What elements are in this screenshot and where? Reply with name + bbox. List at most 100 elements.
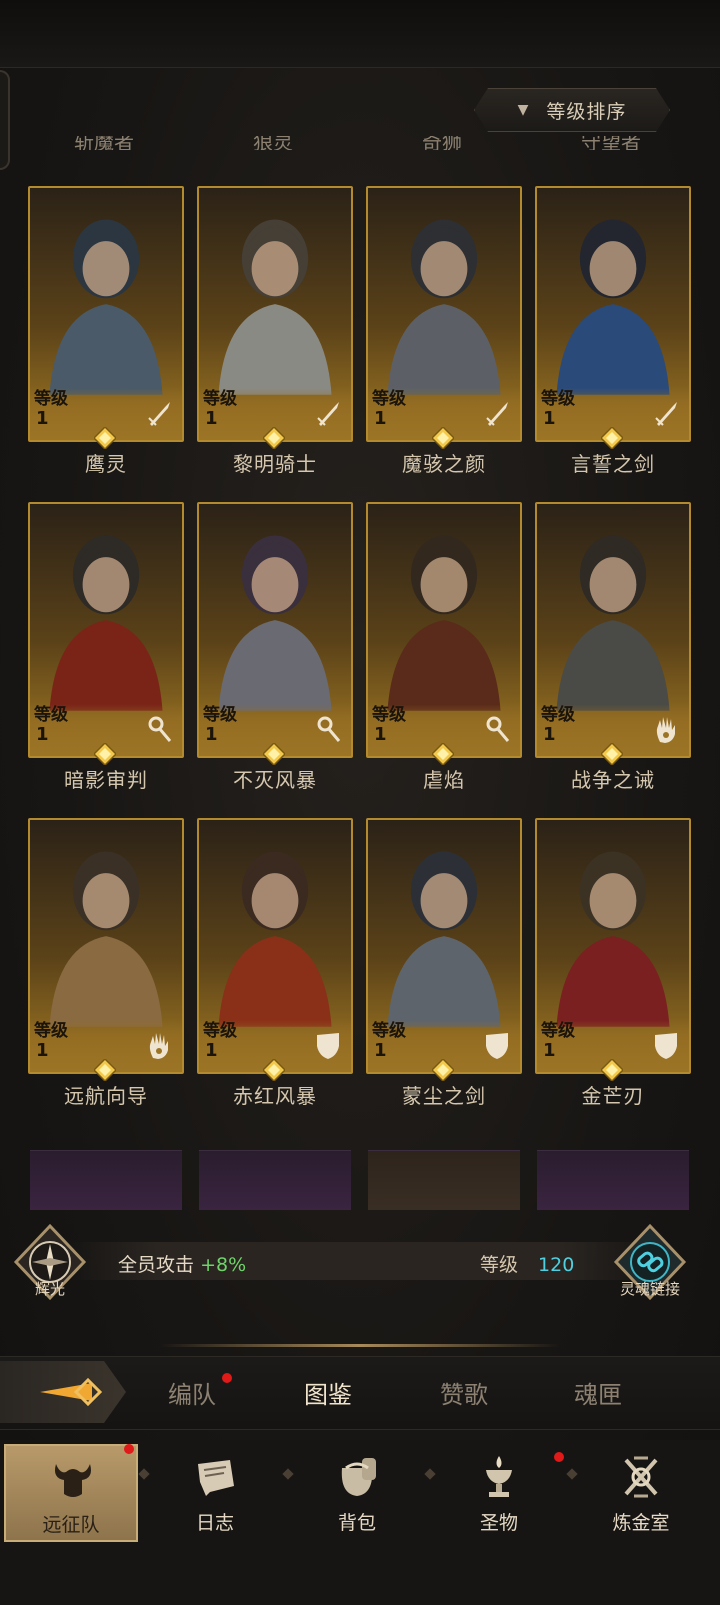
horned-helmet-icon bbox=[55, 1464, 91, 1497]
nav-alchemy-label: 炼金室 bbox=[612, 1512, 670, 1534]
rank-gem-icon bbox=[263, 427, 285, 449]
rank-gem-icon bbox=[94, 743, 116, 765]
tab-codex[interactable]: 图鉴 bbox=[278, 1375, 378, 1410]
hero-card[interactable]: 等级 1 金芒刃 bbox=[535, 818, 691, 1108]
hero-card[interactable]: 等级 1 虐焰 bbox=[366, 502, 522, 792]
tab-soul-box[interactable]: 魂匣 bbox=[548, 1375, 648, 1410]
tab-hymn-label: 赞歌 bbox=[440, 1381, 488, 1409]
chalice-icon bbox=[486, 1456, 512, 1497]
alchemy-icon bbox=[624, 1456, 658, 1498]
nav-backpack[interactable]: 背包 bbox=[290, 1444, 424, 1542]
cut-off-name: 奇狮 bbox=[422, 136, 462, 150]
tab-soul-box-label: 魂匣 bbox=[574, 1381, 622, 1409]
sort-label: 等级排序 bbox=[546, 100, 627, 123]
hero-level: 1 bbox=[36, 1040, 49, 1061]
back-button[interactable] bbox=[0, 1361, 126, 1423]
hero-card[interactable]: 等级 1 不灭风暴 bbox=[197, 502, 353, 792]
level-label: 等级 bbox=[203, 705, 237, 725]
hero-card[interactable]: 等级 1 蒙尘之剑 bbox=[366, 818, 522, 1108]
hero-level: 1 bbox=[374, 1040, 387, 1061]
rank-gem-icon bbox=[263, 743, 285, 765]
sort-by-level-button[interactable]: ▼ 等级排序 bbox=[474, 88, 670, 132]
rank-gem-icon bbox=[94, 427, 116, 449]
hero-card-frame: 等级 1 bbox=[366, 502, 522, 758]
side-pull-tab[interactable] bbox=[0, 70, 10, 170]
hero-name: 远航向导 bbox=[64, 1084, 148, 1108]
hero-name: 金芒刃 bbox=[581, 1084, 645, 1108]
hero-card-frame: 等级 1 bbox=[366, 818, 522, 1074]
hero-card-partial[interactable] bbox=[30, 1150, 182, 1210]
hero-card[interactable]: 等级 1 远航向导 bbox=[28, 818, 184, 1108]
cut-off-name: 斩魔者 bbox=[74, 136, 134, 150]
rank-gem-icon bbox=[601, 743, 623, 765]
hero-card-frame: 等级 1 bbox=[197, 502, 353, 758]
tab-hymn[interactable]: 赞歌 bbox=[414, 1375, 514, 1410]
tab-formation-label: 编队 bbox=[168, 1381, 216, 1409]
hero-name: 战争之诫 bbox=[571, 768, 655, 792]
hero-card-frame: 等级 1 bbox=[535, 186, 691, 442]
total-level-label: 等级 bbox=[480, 1254, 519, 1276]
hero-card-frame: 等级 1 bbox=[535, 502, 691, 758]
hero-card-partial[interactable] bbox=[537, 1150, 689, 1210]
hero-card[interactable]: 等级 1 魔骇之颜 bbox=[366, 186, 522, 476]
hero-card-partial[interactable] bbox=[368, 1150, 520, 1210]
hero-card[interactable]: 等级 1 战争之诫 bbox=[535, 502, 691, 792]
nav-alchemy[interactable]: 炼金室 bbox=[574, 1444, 708, 1542]
level-label: 等级 bbox=[203, 1021, 237, 1041]
hero-level: 1 bbox=[543, 724, 556, 745]
nav-journal[interactable]: 日志 bbox=[148, 1444, 282, 1542]
hero-name: 不灭风暴 bbox=[233, 768, 317, 792]
formation-badge bbox=[222, 1373, 232, 1383]
nav-expedition[interactable]: 远征队 bbox=[4, 1444, 138, 1542]
nav-backpack-label: 背包 bbox=[337, 1512, 376, 1534]
level-label: 等级 bbox=[203, 389, 237, 409]
radiance-emblem[interactable]: 辉光 bbox=[10, 1222, 90, 1302]
hero-card[interactable]: 等级 1 暗影审判 bbox=[28, 502, 184, 792]
level-label: 等级 bbox=[541, 1021, 575, 1041]
total-level: 等级 120 bbox=[480, 1250, 574, 1277]
hero-card[interactable]: 等级 1 言誓之剑 bbox=[535, 186, 691, 476]
nav-relics-label: 圣物 bbox=[479, 1512, 518, 1534]
staff-icon bbox=[317, 716, 341, 742]
hero-name: 赤红风暴 bbox=[233, 1084, 317, 1108]
hero-name: 虐焰 bbox=[423, 768, 465, 792]
codex-screen: ▼ 等级排序 斩魔者 狼灵 奇狮 守望者 等级 1 鹰灵 等级 1 黎明骑士 等级 1 魔骇之颜… bbox=[0, 0, 720, 1605]
total-level-value: 120 bbox=[538, 1254, 575, 1276]
staff-icon bbox=[486, 716, 510, 742]
bonus-description: 全员攻击 +8% bbox=[118, 1250, 246, 1277]
hero-card[interactable]: 等级 1 赤红风暴 bbox=[197, 818, 353, 1108]
top-banner bbox=[0, 0, 720, 68]
hero-card[interactable]: 等级 1 鹰灵 bbox=[28, 186, 184, 476]
expedition-badge bbox=[124, 1444, 134, 1454]
scroll-icon bbox=[198, 1460, 234, 1496]
bottom-nav: 远征队 日志 背包 圣物 炼金室 bbox=[0, 1440, 720, 1605]
bonus-text: 全员攻击 bbox=[118, 1254, 195, 1276]
level-label: 等级 bbox=[34, 705, 68, 725]
soul-link-emblem[interactable]: 灵魂链接 bbox=[610, 1222, 690, 1302]
hero-level: 1 bbox=[205, 724, 218, 745]
nav-relics[interactable]: 圣物 bbox=[432, 1444, 566, 1542]
cut-off-name-row: 斩魔者 狼灵 奇狮 守望者 bbox=[28, 136, 696, 150]
level-label: 等级 bbox=[541, 389, 575, 409]
hero-card[interactable]: 等级 1 黎明骑士 bbox=[197, 186, 353, 476]
hero-name: 暗影审判 bbox=[64, 768, 148, 792]
hero-card-frame: 等级 1 bbox=[28, 818, 184, 1074]
hero-card-partial[interactable] bbox=[199, 1150, 351, 1210]
hero-name: 黎明骑士 bbox=[233, 452, 317, 476]
sword-icon bbox=[655, 402, 677, 426]
hero-card-frame: 等级 1 bbox=[535, 818, 691, 1074]
divider bbox=[160, 1344, 560, 1347]
tab-codex-label: 图鉴 bbox=[304, 1381, 352, 1409]
bag-icon bbox=[341, 1458, 376, 1496]
dropdown-triangle-icon: ▼ bbox=[517, 102, 529, 118]
shield-icon bbox=[655, 1033, 677, 1059]
hero-card-frame: 等级 1 bbox=[197, 818, 353, 1074]
level-label: 等级 bbox=[372, 1021, 406, 1041]
hero-card-frame: 等级 1 bbox=[28, 502, 184, 758]
palm-icon bbox=[656, 717, 675, 743]
hero-name: 言誓之剑 bbox=[571, 452, 655, 476]
hero-level: 1 bbox=[205, 408, 218, 429]
hero-card-frame: 等级 1 bbox=[28, 186, 184, 442]
rank-gem-icon bbox=[263, 1059, 285, 1081]
palm-icon bbox=[149, 1033, 168, 1059]
